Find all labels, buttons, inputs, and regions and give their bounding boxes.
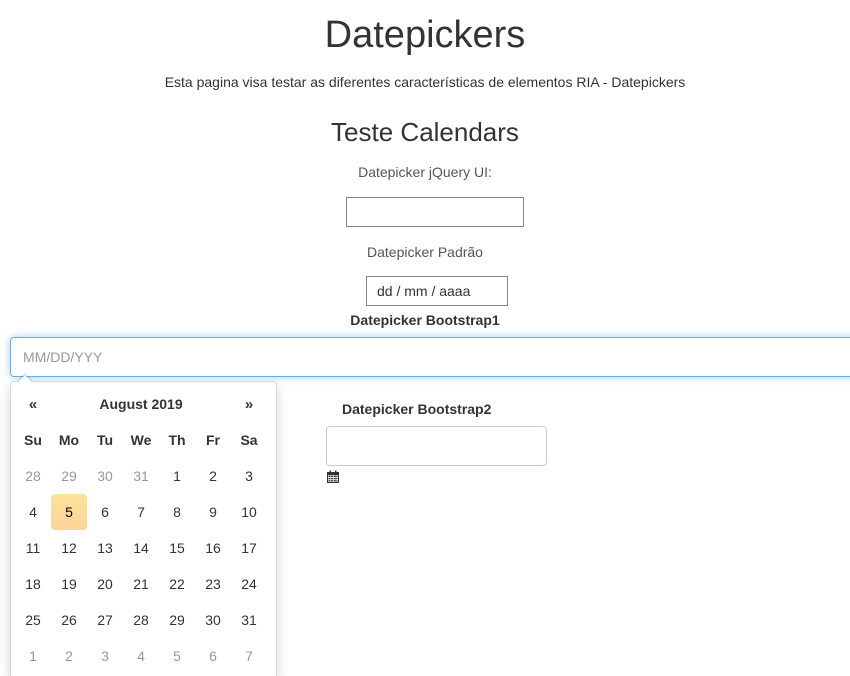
calendar-day[interactable]: 31 — [231, 602, 267, 638]
calendar-day[interactable]: 3 — [231, 458, 267, 494]
calendar-week-row: 28 29 30 31 1 2 3 — [15, 458, 267, 494]
page-title: Datepickers — [324, 14, 526, 56]
bootstrap2-datepicker-label: Datepicker Bootstrap2 — [342, 401, 492, 417]
default-datepicker-label: Datepicker Padrão — [367, 244, 483, 260]
calendar-week-row: 25 26 27 28 29 30 31 — [15, 602, 267, 638]
calendar-day[interactable]: 25 — [15, 602, 51, 638]
calendar-day[interactable]: 28 — [15, 458, 51, 494]
calendar-day[interactable]: 28 — [123, 602, 159, 638]
calendar-day[interactable]: 11 — [15, 530, 51, 566]
calendar-week-row: 18 19 20 21 22 23 24 — [15, 566, 267, 602]
calendar-day[interactable]: 2 — [195, 458, 231, 494]
jquery-ui-datepicker-input[interactable] — [346, 197, 524, 227]
calendar-day[interactable]: 1 — [159, 458, 195, 494]
calendar-day[interactable]: 1 — [15, 638, 51, 674]
calendar-day[interactable]: 7 — [123, 494, 159, 530]
calendar-day[interactable]: 12 — [51, 530, 87, 566]
weekday-header: Sa — [240, 432, 258, 448]
calendar-day[interactable]: 26 — [51, 602, 87, 638]
calendar-day[interactable]: 18 — [15, 566, 51, 602]
calendar-day[interactable]: 20 — [87, 566, 123, 602]
calendar-day[interactable]: 29 — [159, 602, 195, 638]
calendar-day[interactable]: 24 — [231, 566, 267, 602]
jquery-ui-datepicker-label: Datepicker jQuery UI: — [358, 164, 492, 180]
weekday-header: Su — [24, 432, 42, 448]
calendar-dropdown: « August 2019 » Su Mo Tu We Th Fr Sa 28 29 30 31 1… — [10, 381, 277, 676]
calendar-day[interactable]: 27 — [87, 602, 123, 638]
calendar-week-row: 1234567 — [15, 638, 267, 674]
calendar-day-today[interactable]: 5 — [51, 494, 87, 530]
calendar-day[interactable]: 6 — [195, 638, 231, 674]
weekday-header: We — [130, 432, 152, 448]
calendar-day[interactable]: 4 — [15, 494, 51, 530]
bootstrap1-date-input[interactable] — [10, 337, 850, 377]
calendar-day[interactable]: 14 — [123, 530, 159, 566]
calendar-day[interactable]: 17 — [231, 530, 267, 566]
calendar-day[interactable]: 16 — [195, 530, 231, 566]
calendar-day[interactable]: 4 — [123, 638, 159, 674]
calendar-day[interactable]: 9 — [195, 494, 231, 530]
page-description: Esta pagina visa testar as diferentes ca… — [164, 74, 686, 90]
weekday-header: Tu — [96, 432, 114, 448]
calendar-day[interactable]: 19 — [51, 566, 87, 602]
calendar-day[interactable]: 5 — [159, 638, 195, 674]
bootstrap1-datepicker-label: Datepicker Bootstrap1 — [350, 312, 500, 328]
calendar-grid: « August 2019 » Su Mo Tu We Th Fr Sa 28 29 30 31 1… — [15, 386, 267, 674]
calendar-day[interactable]: 23 — [195, 566, 231, 602]
calendar-pointer-inner — [18, 375, 32, 382]
calendar-day[interactable]: 30 — [195, 602, 231, 638]
calendar-day[interactable]: 6 — [87, 494, 123, 530]
calendar-week-row: 4 5 6 7 8 9 10 — [15, 494, 267, 530]
calendar-day[interactable]: 3 — [87, 638, 123, 674]
month-switch[interactable]: August 2019 — [51, 386, 231, 422]
calendar-day[interactable]: 30 — [87, 458, 123, 494]
calendar-day[interactable]: 13 — [87, 530, 123, 566]
calendar-day[interactable]: 15 — [159, 530, 195, 566]
calendar-day[interactable]: 31 — [123, 458, 159, 494]
weekday-header: Th — [168, 432, 186, 448]
bootstrap2-date-input[interactable] — [326, 426, 547, 466]
default-date-input[interactable]: dd / mm / aaaa — [366, 276, 508, 306]
calendar-day[interactable]: 7 — [231, 638, 267, 674]
calendar-week-row: 11 12 13 14 15 16 17 — [15, 530, 267, 566]
prev-month-button[interactable]: « — [15, 386, 51, 422]
calendar-icon[interactable] — [326, 470, 340, 484]
calendar-day[interactable]: 2 — [51, 638, 87, 674]
calendar-day[interactable]: 8 — [159, 494, 195, 530]
calendar-day[interactable]: 22 — [159, 566, 195, 602]
weekday-header: Fr — [206, 432, 220, 448]
next-month-button[interactable]: » — [231, 386, 267, 422]
calendar-day[interactable]: 29 — [51, 458, 87, 494]
weekday-header: Mo — [58, 432, 80, 448]
calendar-day[interactable]: 10 — [231, 494, 267, 530]
section-title: Teste Calendars — [331, 117, 519, 147]
calendar-day[interactable]: 21 — [123, 566, 159, 602]
